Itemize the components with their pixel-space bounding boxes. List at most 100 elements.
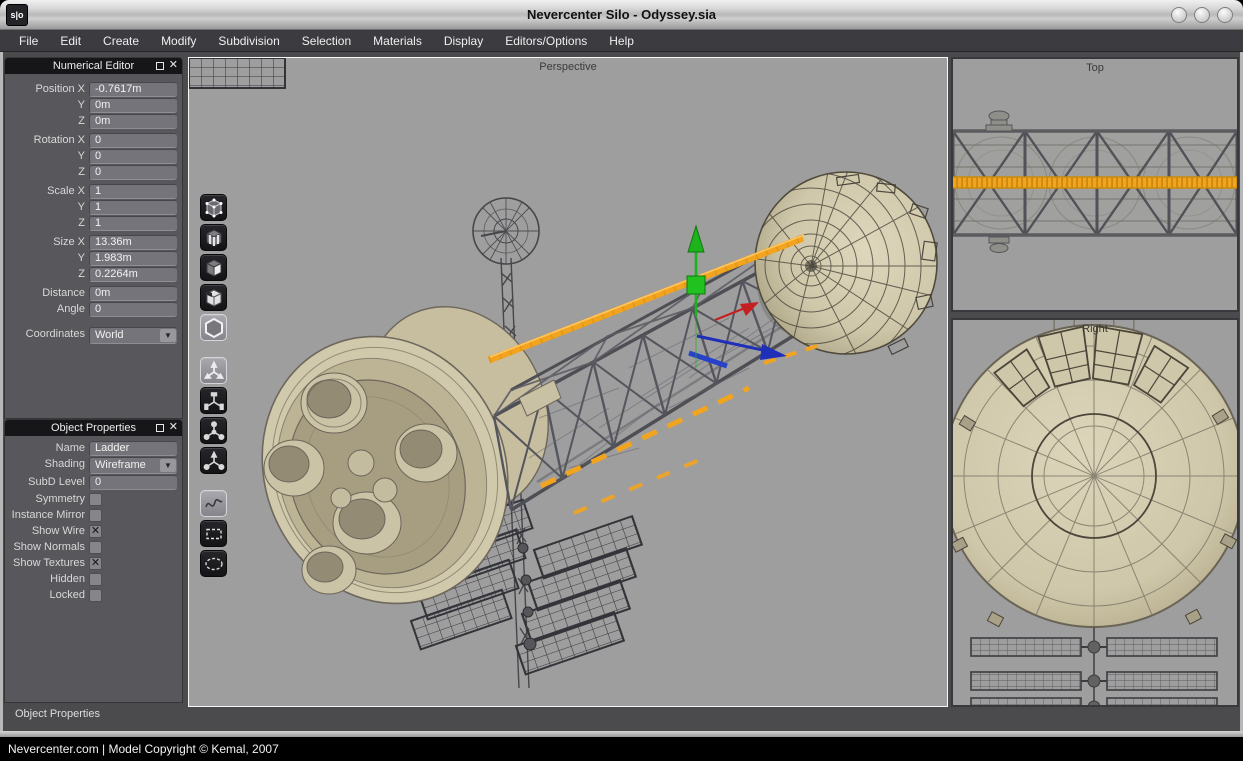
angle-field[interactable]: 0: [89, 302, 177, 317]
menu-help[interactable]: Help: [598, 30, 645, 52]
field-label: Show Textures: [5, 556, 85, 571]
show-textures-checkbox[interactable]: ✕: [89, 557, 102, 570]
subd-level-field[interactable]: 0: [89, 475, 177, 490]
rotate-tool-button[interactable]: [200, 387, 227, 414]
window-title: Nevercenter Silo - Odyssey.sia: [0, 7, 1243, 22]
rotation-z-field[interactable]: 0: [89, 165, 177, 180]
window-close-button[interactable]: [1217, 7, 1233, 23]
hexagon-icon: [203, 317, 225, 339]
tool-column: [200, 194, 227, 580]
menu-selection[interactable]: Selection: [291, 30, 362, 52]
menu-subdivision[interactable]: Subdivision: [207, 30, 290, 52]
field-label: Locked: [5, 588, 85, 603]
top-viewport[interactable]: Top: [951, 57, 1239, 312]
title-bar[interactable]: s|o Nevercenter Silo - Odyssey.sia: [0, 0, 1243, 30]
panel-minimize-icon[interactable]: [156, 424, 164, 432]
menu-edit[interactable]: Edit: [49, 30, 92, 52]
panel-minimize-icon[interactable]: [156, 62, 164, 70]
rect-select-button[interactable]: [200, 520, 227, 547]
coordinates-dropdown[interactable]: World▼: [89, 327, 177, 344]
scale-y-field[interactable]: 1: [89, 200, 177, 215]
panel-close-icon[interactable]: ✕: [169, 422, 178, 433]
multi-select-mode-button[interactable]: [200, 314, 227, 341]
show-wire-checkbox[interactable]: ✕: [89, 525, 102, 538]
field-label: Y: [5, 200, 85, 215]
rotation-y-field[interactable]: 0: [89, 149, 177, 164]
menu-display[interactable]: Display: [433, 30, 494, 52]
ellipse-select-button[interactable]: [200, 550, 227, 577]
universal-manipulator-button[interactable]: [200, 447, 227, 474]
panel-title: Object Properties: [51, 422, 136, 434]
position-x-field[interactable]: -0.7617m: [89, 82, 177, 97]
field-label: Angle: [5, 302, 85, 317]
locked-checkbox[interactable]: [89, 589, 102, 602]
distance-field[interactable]: 0m: [89, 286, 177, 301]
top-view-model: [953, 59, 1237, 310]
face-mode-button[interactable]: [200, 254, 227, 281]
edge-mode-button[interactable]: [200, 224, 227, 251]
engine-section: [220, 277, 580, 643]
size-z-field[interactable]: 0.2264m: [89, 267, 177, 282]
field-label: Rotation X: [5, 133, 85, 148]
name-field[interactable]: Ladder: [89, 441, 177, 456]
rect-marquee-icon: [203, 523, 225, 545]
size-y-field[interactable]: 1.983m: [89, 251, 177, 266]
x-axis-arrow[interactable]: [740, 302, 759, 316]
move-tool-button[interactable]: [200, 357, 227, 384]
scale-z-field[interactable]: 1: [89, 216, 177, 231]
edge-cube-icon: [203, 227, 225, 249]
scale-x-field[interactable]: 1: [89, 184, 177, 199]
lasso-select-button[interactable]: [200, 490, 227, 517]
object-mode-button[interactable]: [200, 284, 227, 311]
window-minimize-button[interactable]: [1171, 7, 1187, 23]
shading-dropdown[interactable]: Wireframe▼: [89, 457, 177, 474]
y-axis-arrow[interactable]: [688, 226, 704, 252]
field-label: Hidden: [5, 572, 85, 587]
window-maximize-button[interactable]: [1194, 7, 1210, 23]
top-viewport-label: Top: [953, 62, 1237, 74]
perspective-viewport[interactable]: Perspective: [188, 57, 948, 707]
symmetry-checkbox[interactable]: [89, 493, 102, 506]
rotation-x-field[interactable]: 0: [89, 133, 177, 148]
chevron-down-icon: ▼: [160, 329, 176, 342]
hidden-checkbox[interactable]: [89, 573, 102, 586]
instance-mirror-checkbox[interactable]: [89, 509, 102, 522]
menu-materials[interactable]: Materials: [362, 30, 433, 52]
ellipse-marquee-icon: [203, 553, 225, 575]
right-viewport[interactable]: Right: [951, 318, 1239, 707]
object-properties-panel: Object Properties ✕ NameLadder Shading W…: [4, 419, 183, 703]
object-properties-header[interactable]: Object Properties ✕: [5, 420, 182, 436]
menu-modify[interactable]: Modify: [150, 30, 207, 52]
field-label: Z: [5, 114, 85, 129]
move-manipulator-icon: [203, 360, 225, 382]
vertex-mode-button[interactable]: [200, 194, 227, 221]
face-cube-icon: [203, 257, 225, 279]
scale-manipulator-icon: [203, 420, 225, 442]
perspective-viewport-label: Perspective: [189, 61, 947, 73]
menu-create[interactable]: Create: [92, 30, 150, 52]
size-x-field[interactable]: 13.36m: [89, 235, 177, 250]
top-view-ladder[interactable]: [953, 177, 1237, 188]
field-label: SubD Level: [5, 475, 85, 490]
scale-tool-button[interactable]: [200, 417, 227, 444]
numerical-editor-panel: Numerical Editor ✕ Position X-0.7617m Y0…: [4, 57, 183, 419]
status-bar: Object Properties: [15, 708, 100, 720]
panel-close-icon[interactable]: ✕: [169, 60, 178, 71]
manipulator-handle[interactable]: [687, 276, 705, 294]
field-label: Coordinates: [5, 327, 85, 342]
menu-editors-options[interactable]: Editors/Options: [494, 30, 598, 52]
panel-title: Numerical Editor: [53, 60, 134, 72]
position-z-field[interactable]: 0m: [89, 114, 177, 129]
field-label: Scale X: [5, 184, 85, 199]
position-y-field[interactable]: 0m: [89, 98, 177, 113]
spaceship-model: [189, 58, 948, 707]
menu-file[interactable]: File: [8, 30, 49, 52]
vertex-cube-icon: [203, 197, 225, 219]
field-label: Y: [5, 98, 85, 113]
application-window: s|o Nevercenter Silo - Odyssey.sia File …: [0, 0, 1243, 761]
field-label: Y: [5, 149, 85, 164]
field-label: Distance: [5, 286, 85, 301]
lasso-squiggle-icon: [203, 493, 225, 515]
numerical-editor-header[interactable]: Numerical Editor ✕: [5, 58, 182, 74]
show-normals-checkbox[interactable]: [89, 541, 102, 554]
